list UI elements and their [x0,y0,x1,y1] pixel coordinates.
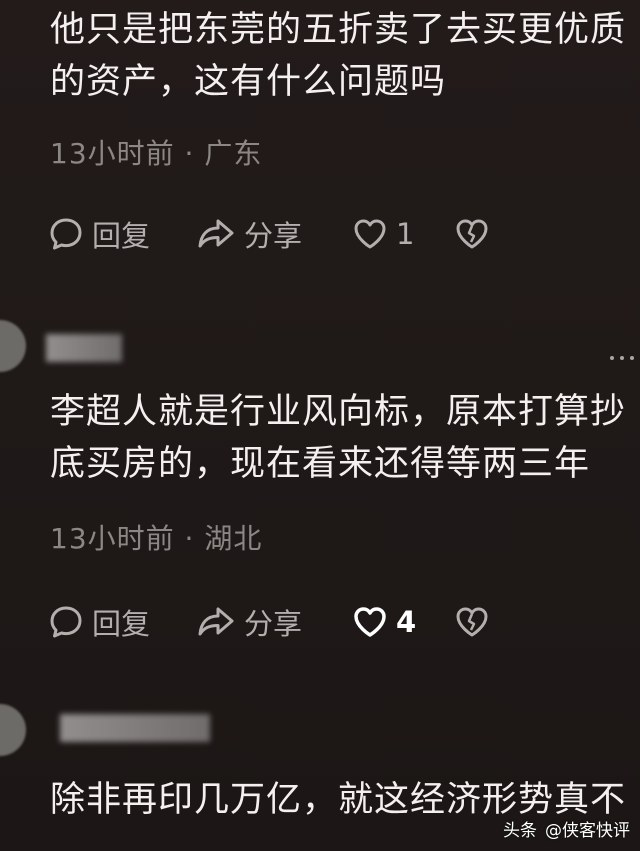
comment-line: 他只是把东莞的五折卖了去买更优质 [50,10,627,50]
speech-bubble-icon [48,604,84,640]
comment-line: 底买房的，现在看来还得等两三年 [50,444,591,484]
share-label: 分享 [244,219,303,253]
like-count: 4 [396,605,417,639]
heart-icon [352,217,388,251]
comment-actions: 回复 分享 1 [48,214,490,254]
reply-label: 回复 [92,219,151,253]
reply-button[interactable]: 回复 [48,213,196,255]
broken-heart-icon [454,217,490,251]
comment-line: 的资产，这有什么问题吗 [50,62,447,102]
meta-separator: · [184,522,195,555]
more-dots-icon[interactable] [610,356,634,360]
share-button[interactable]: 分享 [196,213,352,255]
watermark-brand: 头条 [503,821,537,841]
avatar[interactable] [0,704,26,756]
comment-line: 李超人就是行业风向标，原本打算抄 [50,392,627,432]
meta-separator: · [184,137,195,170]
comment-time: 13小时前 [50,137,175,170]
comment-location: 湖北 [204,522,263,555]
avatar[interactable] [0,320,26,372]
heart-icon [352,605,388,639]
share-arrow-icon [196,604,236,640]
comment-meta: 13小时前 · 湖北 [50,517,262,557]
dislike-button[interactable] [454,217,490,251]
reply-label: 回复 [92,607,151,641]
broken-heart-icon [454,605,490,639]
like-button[interactable]: 1 [352,217,454,251]
comment-location: 广东 [204,137,263,170]
dislike-button[interactable] [454,605,490,639]
share-label: 分享 [244,607,303,641]
comment-time: 13小时前 [50,522,175,555]
comment-meta: 13小时前 · 广东 [50,132,262,172]
comment-text: 他只是把东莞的五折卖了去买更优质 的资产，这有什么问题吗 [50,4,626,108]
comment-actions: 回复 分享 4 [48,602,490,642]
share-arrow-icon [196,216,236,252]
like-button[interactable]: 4 [352,605,454,639]
comment-text: 李超人就是行业风向标，原本打算抄 底买房的，现在看来还得等两三年 [50,386,626,490]
username-blurred[interactable] [60,714,210,742]
watermark-account: @侠客快评 [545,821,630,841]
reply-button[interactable]: 回复 [48,601,196,643]
username-blurred[interactable] [46,334,122,362]
comment-screen: 他只是把东莞的五折卖了去买更优质 的资产，这有什么问题吗 13小时前 · 广东 … [0,0,640,851]
watermark: 头条 @侠客快评 [503,816,630,841]
speech-bubble-icon [48,216,84,252]
share-button[interactable]: 分享 [196,601,352,643]
like-count: 1 [396,217,415,251]
